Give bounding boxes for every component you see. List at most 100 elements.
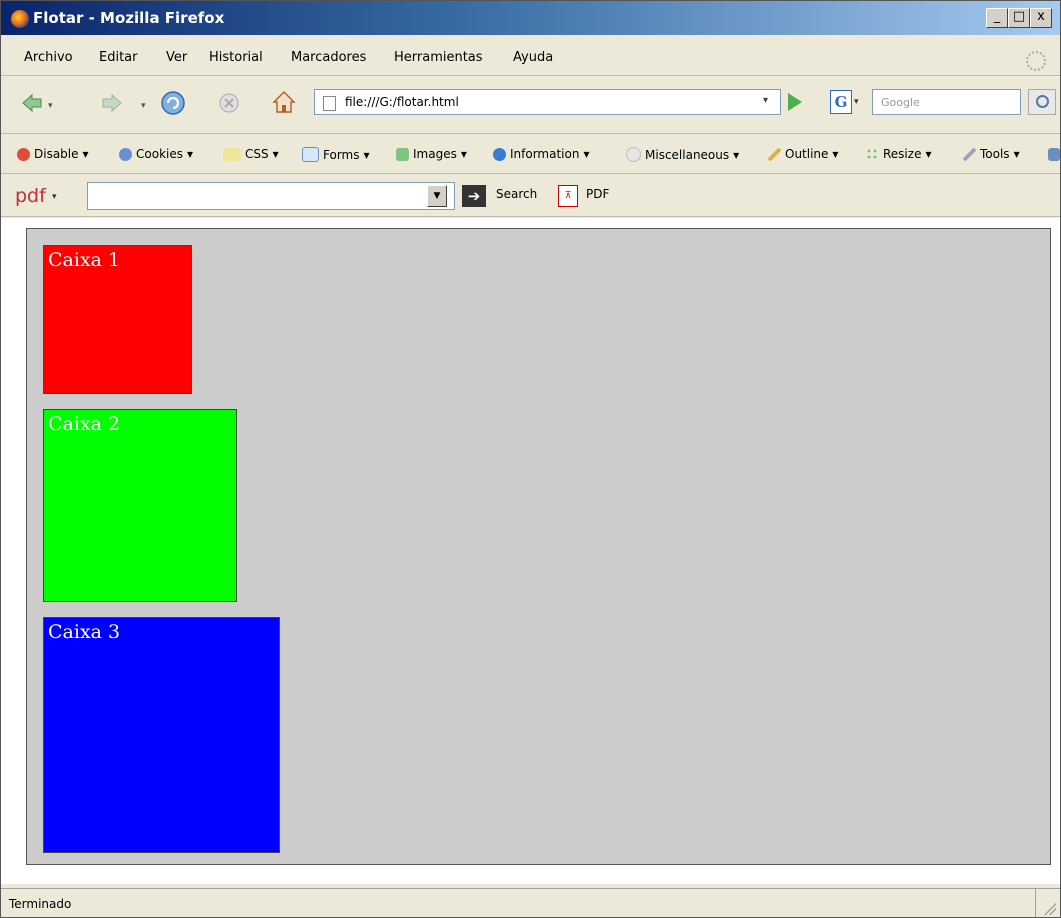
pdf-search-button[interactable]: Search [496, 187, 537, 201]
forms-icon [302, 147, 319, 162]
dropdown-icon: ▾ [733, 147, 740, 162]
tools-icon [963, 147, 976, 161]
back-arrow-icon[interactable] [21, 92, 43, 114]
toolbar-outline-label: Outline [785, 147, 829, 161]
forward-dropdown-icon[interactable]: ▾ [141, 101, 146, 111]
home-icon[interactable] [271, 89, 297, 115]
search-engine-dropdown-icon[interactable]: ▾ [854, 97, 859, 107]
toolbar-disable-label: Disable [34, 147, 79, 161]
toolbar-css-label: CSS [245, 147, 269, 161]
overflow-icon[interactable] [1048, 148, 1060, 161]
toolbar-disable[interactable]: Disable ▾ [17, 147, 89, 161]
search-engine-icon[interactable]: G [830, 90, 852, 114]
pdf-combo-dropdown-icon[interactable]: ▼ [427, 185, 447, 207]
box-2-label: Caixa 2 [48, 413, 121, 435]
page-icon [323, 96, 336, 111]
toolbar-resize-label: Resize [883, 147, 922, 161]
status-divider [1035, 889, 1036, 917]
address-bar[interactable]: file:///G:/flotar.html ▾ [314, 89, 781, 115]
window-title: Flotar - Mozilla Firefox [33, 9, 225, 27]
box-3-label: Caixa 3 [48, 621, 121, 643]
resize-grip-icon[interactable] [1044, 903, 1056, 915]
search-box[interactable]: Google [872, 89, 1021, 115]
box-1: Caixa 1 [43, 245, 192, 394]
menu-archivo[interactable]: Archivo [24, 50, 73, 65]
dropdown-icon: ▾ [363, 147, 370, 162]
status-bar: Terminado [1, 888, 1060, 917]
minimize-button[interactable]: _ [986, 8, 1008, 28]
firefox-icon [11, 10, 29, 28]
pdf-file-icon[interactable]: ⊼ [558, 185, 578, 207]
toolbar-miscellaneous[interactable]: Miscellaneous ▾ [626, 147, 739, 162]
toolbar-css[interactable]: CSS ▾ [223, 147, 279, 161]
go-arrow-icon[interactable] [788, 93, 802, 111]
box-1-label: Caixa 1 [48, 249, 121, 271]
reload-icon[interactable] [160, 90, 186, 116]
container-div: Caixa 1 Caixa 2 Caixa 3 [26, 228, 1051, 865]
page-content: Caixa 1 Caixa 2 Caixa 3 [1, 218, 1060, 884]
dropdown-icon: ▾ [82, 147, 89, 161]
dropdown-icon: ▾ [925, 147, 932, 161]
status-text: Terminado [9, 897, 72, 911]
menu-ayuda[interactable]: Ayuda [513, 50, 553, 65]
pdf-search-input[interactable] [87, 182, 455, 210]
forward-arrow-icon[interactable] [101, 92, 123, 114]
toolbar-outline[interactable]: Outline ▾ [768, 147, 838, 161]
search-button[interactable] [1028, 89, 1056, 115]
information-icon [493, 147, 506, 161]
throbber-icon [1026, 51, 1046, 71]
window-controls: _ □ x [986, 8, 1052, 28]
toolbar-images-label: Images [413, 147, 457, 161]
css-icon [223, 147, 241, 161]
miscellaneous-icon [626, 147, 641, 162]
outline-icon [768, 147, 781, 161]
toolbar-tools[interactable]: Tools ▾ [963, 147, 1020, 161]
search-placeholder: Google [881, 96, 920, 109]
url-dropdown-icon[interactable]: ▾ [763, 95, 768, 106]
maximize-button[interactable]: □ [1008, 8, 1030, 28]
pdf-dropdown-icon[interactable]: ▾ [52, 192, 57, 202]
url-text: file:///G:/flotar.html [345, 95, 459, 109]
pdf-button[interactable]: PDF [586, 187, 609, 201]
dropdown-icon: ▾ [583, 147, 590, 161]
toolbar-tools-label: Tools [980, 147, 1010, 161]
toolbar-forms-label: Forms [323, 147, 360, 162]
toolbar-images[interactable]: Images ▾ [396, 147, 467, 161]
menu-marcadores[interactable]: Marcadores [291, 50, 366, 65]
dropdown-icon: ▾ [272, 147, 279, 161]
menu-ver[interactable]: Ver [166, 50, 187, 65]
back-dropdown-icon[interactable]: ▾ [48, 101, 53, 111]
dropdown-icon: ▾ [832, 147, 839, 161]
firefox-window: Flotar - Mozilla Firefox _ □ x Archivo E… [0, 0, 1061, 918]
toolbar-miscellaneous-label: Miscellaneous [645, 147, 730, 162]
menu-editar[interactable]: Editar [99, 50, 138, 65]
pdf-logo[interactable]: pdf [15, 185, 46, 207]
divider [1, 216, 1060, 217]
menu-historial[interactable]: Historial [209, 50, 263, 65]
menu-herramientas[interactable]: Herramientas [394, 50, 483, 65]
developer-toolbar: Disable ▾ Cookies ▾ CSS ▾ Forms ▾ Images ▾ In… [1, 139, 1060, 171]
toolbar-resize[interactable]: Resize ▾ [866, 147, 931, 161]
toolbar-information[interactable]: Information ▾ [493, 147, 590, 161]
dropdown-icon: ▾ [186, 147, 194, 161]
dropdown-icon: ▾ [460, 147, 467, 161]
menu-bar: Archivo Editar Ver Historial Marcadores … [1, 46, 1060, 72]
divider [1, 173, 1060, 174]
close-button[interactable]: x [1030, 8, 1052, 28]
disable-icon [17, 147, 30, 161]
divider [1, 75, 1060, 76]
toolbar-forms[interactable]: Forms ▾ [302, 147, 370, 162]
search-arrow-icon[interactable]: ➔ [462, 185, 486, 207]
images-icon [396, 147, 409, 161]
dropdown-icon: ▾ [1013, 147, 1020, 161]
box-2: Caixa 2 [43, 409, 237, 602]
resize-icon [866, 147, 879, 161]
toolbar-cookies-label: Cookies [136, 147, 183, 161]
toolbar-cookies[interactable]: Cookies ▾ [119, 147, 193, 161]
toolbar-information-label: Information [510, 147, 580, 161]
stop-icon[interactable] [218, 92, 240, 114]
title-bar[interactable]: Flotar - Mozilla Firefox _ □ x [1, 1, 1060, 35]
magnifier-icon [1036, 95, 1049, 108]
cookies-icon [119, 147, 132, 161]
box-3: Caixa 3 [43, 617, 280, 853]
